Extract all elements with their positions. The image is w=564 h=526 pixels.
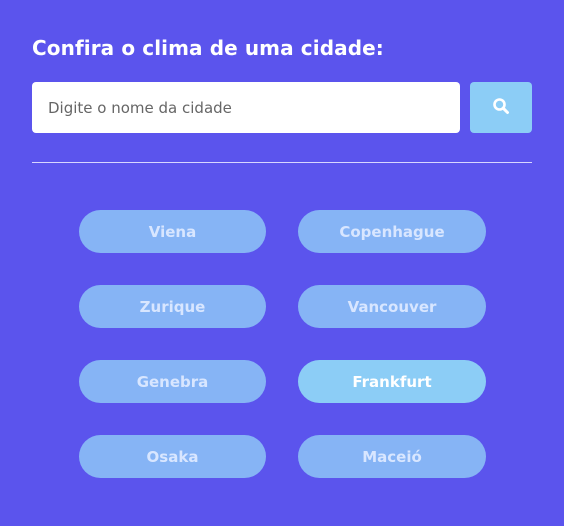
city-button-maceio[interactable]: Maceió: [298, 435, 486, 478]
city-button-vancouver[interactable]: Vancouver: [298, 285, 486, 328]
search-button[interactable]: [470, 82, 532, 133]
search-icon: [492, 97, 510, 118]
search-form: [32, 82, 532, 133]
city-button-osaka[interactable]: Osaka: [79, 435, 266, 478]
city-button-copenhague[interactable]: Copenhague: [298, 210, 486, 253]
city-button-zurique[interactable]: Zurique: [79, 285, 266, 328]
city-button-genebra[interactable]: Genebra: [79, 360, 266, 403]
page-title: Confira o clima de uma cidade:: [32, 36, 384, 60]
city-search-input[interactable]: [32, 82, 460, 133]
city-suggestions: Viena Copenhague Zurique Vancouver Geneb…: [79, 210, 486, 478]
divider: [32, 162, 532, 163]
city-button-frankfurt[interactable]: Frankfurt: [298, 360, 486, 403]
city-button-viena[interactable]: Viena: [79, 210, 266, 253]
